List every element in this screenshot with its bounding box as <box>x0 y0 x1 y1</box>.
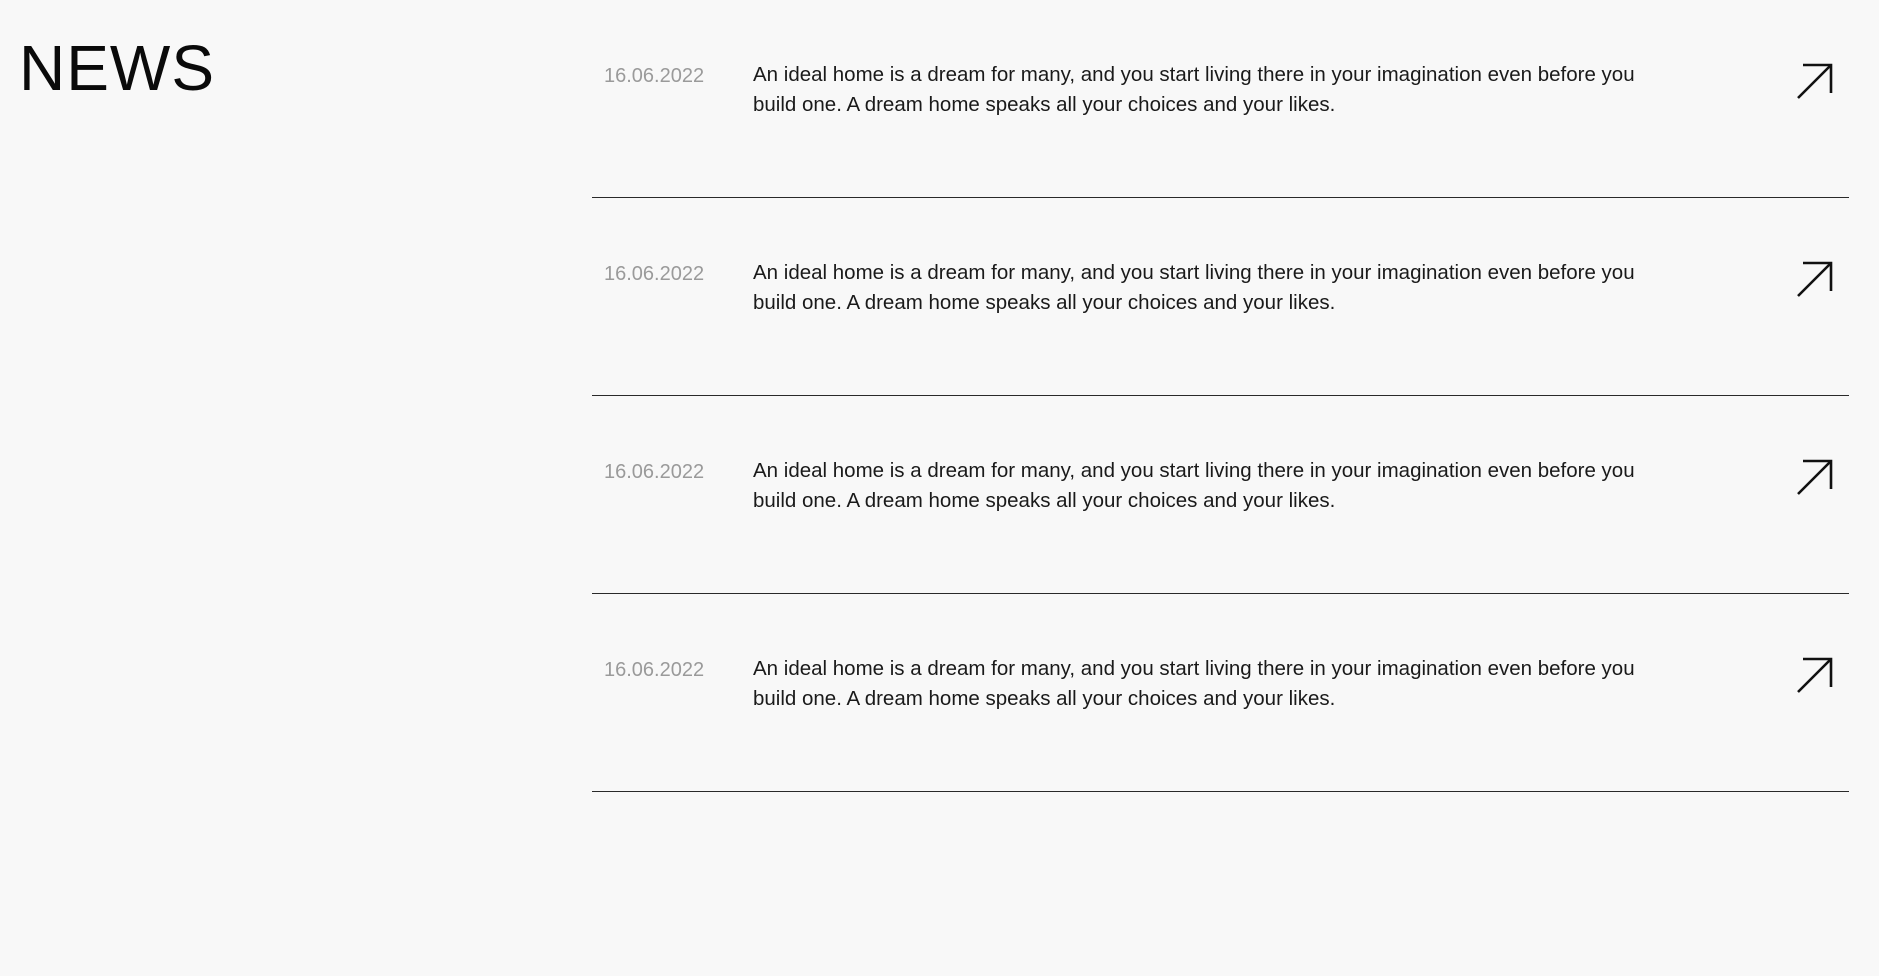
open-news-link[interactable] <box>1795 655 1835 695</box>
news-text: An ideal home is a dream for many, and y… <box>753 261 1635 314</box>
open-news-link[interactable] <box>1795 61 1835 101</box>
page-title: NEWS <box>19 32 215 104</box>
arrow-up-right-icon <box>1797 261 1833 297</box>
news-text: An ideal home is a dream for many, and y… <box>753 657 1635 710</box>
news-text: An ideal home is a dream for many, and y… <box>753 63 1635 116</box>
open-news-link[interactable] <box>1795 259 1835 299</box>
news-item[interactable]: 16.06.2022 An ideal home is a dream for … <box>592 198 1849 396</box>
news-item[interactable]: 16.06.2022 An ideal home is a dream for … <box>592 594 1849 792</box>
news-item[interactable]: 16.06.2022 An ideal home is a dream for … <box>592 0 1849 198</box>
arrow-up-right-icon <box>1797 63 1833 99</box>
news-item[interactable]: 16.06.2022 An ideal home is a dream for … <box>592 396 1849 594</box>
arrow-up-right-icon <box>1797 459 1833 495</box>
arrow-up-right-icon <box>1797 657 1833 693</box>
news-page: NEWS 16.06.2022 An ideal home is a dream… <box>0 0 1879 976</box>
news-text: An ideal home is a dream for many, and y… <box>753 459 1635 512</box>
news-date: 16.06.2022 <box>604 659 705 681</box>
news-date: 16.06.2022 <box>604 263 705 285</box>
news-date: 16.06.2022 <box>604 461 705 483</box>
news-date: 16.06.2022 <box>604 65 705 87</box>
open-news-link[interactable] <box>1795 457 1835 497</box>
news-list: 16.06.2022 An ideal home is a dream for … <box>592 0 1849 792</box>
